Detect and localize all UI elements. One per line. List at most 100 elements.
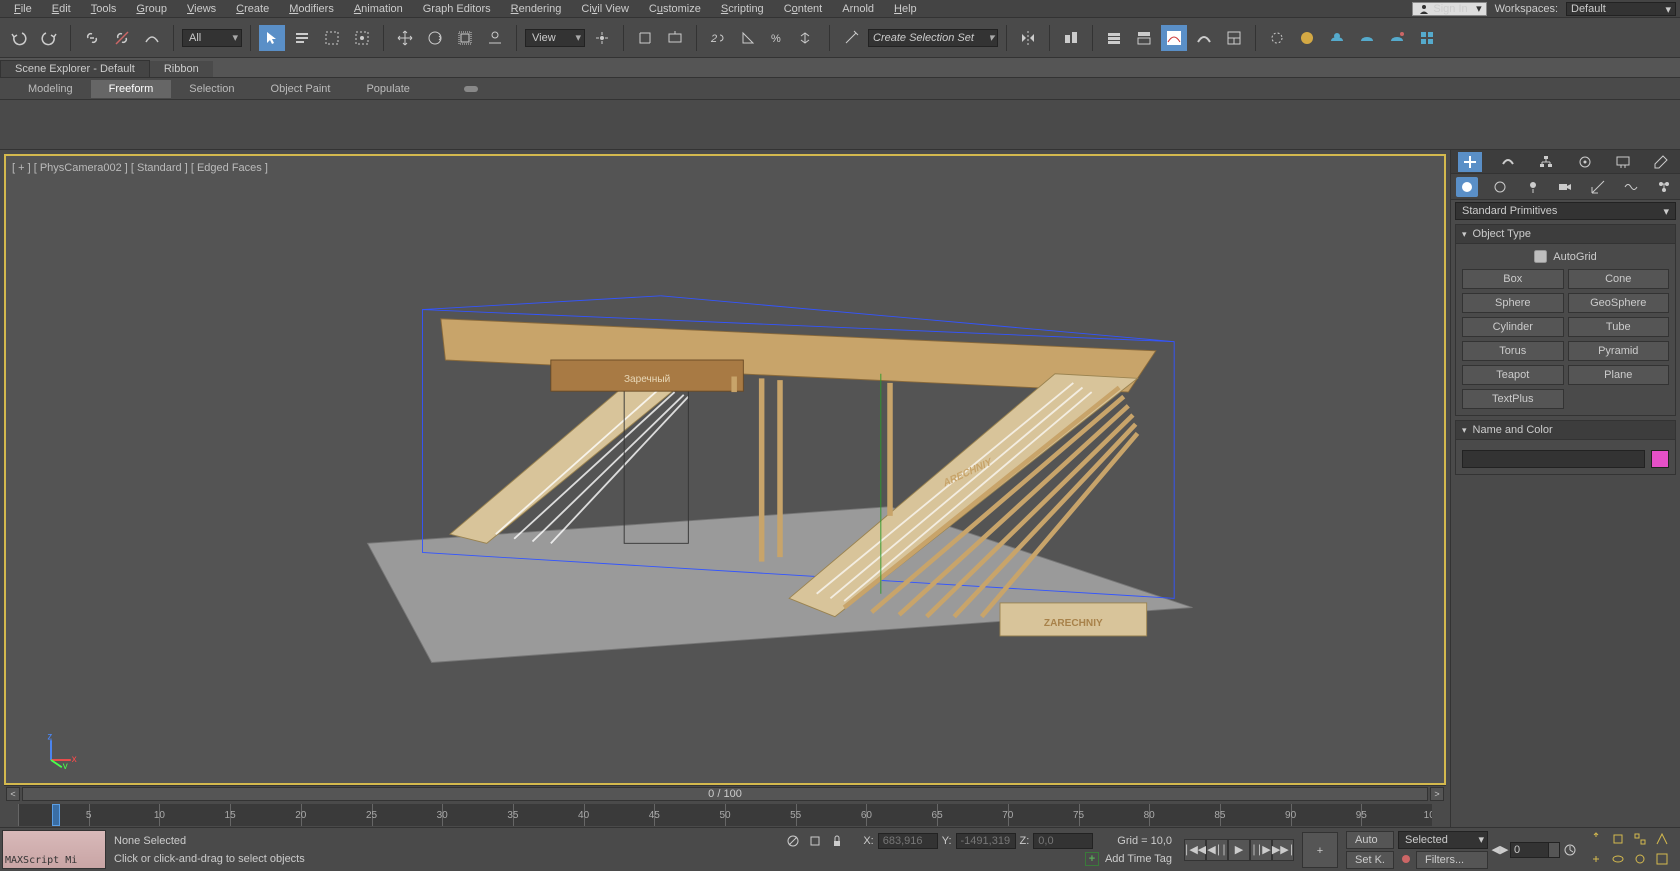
menu-help[interactable]: Help: [884, 3, 927, 15]
utilities-tab[interactable]: [1649, 152, 1673, 172]
play-button[interactable]: ▶: [1228, 839, 1250, 861]
percent-snap-button[interactable]: %: [765, 25, 791, 51]
timeline-scroll-right[interactable]: >: [1430, 787, 1444, 801]
sphere-button[interactable]: Sphere: [1462, 293, 1564, 313]
motion-tab[interactable]: [1573, 152, 1597, 172]
orbit-view-button[interactable]: [1610, 851, 1626, 867]
menu-create[interactable]: Create: [226, 3, 279, 15]
set-key-large-button[interactable]: +: [1302, 832, 1338, 868]
zoom-extents-button[interactable]: [1610, 831, 1626, 847]
shapes-icon[interactable]: [1489, 177, 1511, 197]
render-production-button[interactable]: [1324, 25, 1350, 51]
create-tab[interactable]: [1458, 152, 1482, 172]
helpers-icon[interactable]: [1587, 177, 1609, 197]
timeline-track[interactable]: 0 / 100: [22, 787, 1428, 801]
menu-grapheditors[interactable]: Graph Editors: [413, 3, 501, 15]
primitive-category-dropdown[interactable]: Standard Primitives: [1455, 202, 1676, 220]
layer-explorer-button[interactable]: [1101, 25, 1127, 51]
hierarchy-tab[interactable]: [1534, 152, 1558, 172]
subtab-modeling[interactable]: Modeling: [10, 80, 91, 98]
unlink-button[interactable]: [109, 25, 135, 51]
display-tab[interactable]: [1611, 152, 1635, 172]
plane-button[interactable]: Plane: [1568, 365, 1670, 385]
add-time-tag[interactable]: + Add Time Tag: [1085, 852, 1172, 866]
time-config-nudge-left[interactable]: ◀▶: [1492, 842, 1508, 858]
auto-key-button[interactable]: Auto: [1346, 831, 1394, 849]
current-frame-input[interactable]: 0: [1510, 842, 1560, 858]
menu-scripting[interactable]: Scripting: [711, 3, 774, 15]
tab-ribbon[interactable]: Ribbon: [150, 61, 213, 77]
link-button[interactable]: [79, 25, 105, 51]
rotate-button[interactable]: [422, 25, 448, 51]
goto-end-button[interactable]: ▶▶∣: [1272, 839, 1294, 861]
window-crossing-button[interactable]: [349, 25, 375, 51]
rendered-frame-button[interactable]: [1294, 25, 1320, 51]
subtab-populate[interactable]: Populate: [348, 80, 427, 98]
menu-edit[interactable]: Edit: [42, 3, 81, 15]
goto-start-button[interactable]: ∣◀◀: [1184, 839, 1206, 861]
time-config-icon[interactable]: [1562, 842, 1578, 858]
snap-2d-button[interactable]: 2: [705, 25, 731, 51]
timeline-cursor[interactable]: [52, 804, 60, 826]
mirror-button[interactable]: [1015, 25, 1041, 51]
render-setup-button[interactable]: [1264, 25, 1290, 51]
ribbon-toggle-icon[interactable]: [458, 76, 484, 102]
menu-file[interactable]: File: [4, 3, 42, 15]
key-filter-icon[interactable]: [1398, 851, 1414, 867]
pivot-button[interactable]: [589, 25, 615, 51]
teapot-button[interactable]: Teapot: [1462, 365, 1564, 385]
object-color-swatch[interactable]: [1651, 450, 1669, 468]
fov-button[interactable]: [1654, 831, 1670, 847]
select-name-button[interactable]: [289, 25, 315, 51]
tab-scene-explorer[interactable]: Scene Explorer - Default: [0, 60, 150, 77]
timeline-ruler[interactable]: 5101520253035404550556065707580859095100: [18, 804, 1432, 826]
spinner-snap-button[interactable]: [795, 25, 821, 51]
maxscript-listener[interactable]: MAXScript Mi: [2, 830, 106, 869]
menu-customize[interactable]: Customize: [639, 3, 711, 15]
align-button[interactable]: [1058, 25, 1084, 51]
ref-coord-dropdown[interactable]: View: [525, 29, 585, 47]
next-frame-button[interactable]: ∣∣▶: [1250, 839, 1272, 861]
selection-filter-dropdown[interactable]: All: [182, 29, 242, 47]
cameras-icon[interactable]: [1554, 177, 1576, 197]
systems-icon[interactable]: [1653, 177, 1675, 197]
menu-civilview[interactable]: Civil View: [571, 3, 638, 15]
redo-button[interactable]: [36, 25, 62, 51]
z-coord-input[interactable]: 0,0: [1033, 833, 1093, 849]
menu-animation[interactable]: Animation: [344, 3, 413, 15]
isolate-icon[interactable]: [807, 833, 823, 849]
menu-views[interactable]: Views: [177, 3, 226, 15]
zoom-all-button[interactable]: [1632, 831, 1648, 847]
viewport[interactable]: [ + ] [ PhysCamera002 ] [ Standard ] [ E…: [4, 154, 1446, 785]
pan-button[interactable]: [1588, 851, 1604, 867]
subtab-objectpaint[interactable]: Object Paint: [253, 80, 349, 98]
object-name-input[interactable]: [1462, 450, 1645, 468]
edit-selection-set-button[interactable]: [838, 25, 864, 51]
x-coord-input[interactable]: 683,916: [878, 833, 938, 849]
box-button[interactable]: Box: [1462, 269, 1564, 289]
angle-snap-button[interactable]: [735, 25, 761, 51]
bind-button[interactable]: [139, 25, 165, 51]
object-type-header[interactable]: Object Type: [1455, 224, 1676, 244]
render-activesh-button[interactable]: [1384, 25, 1410, 51]
render-iterative-button[interactable]: [1354, 25, 1380, 51]
render-online-button[interactable]: [1414, 25, 1440, 51]
menu-modifiers[interactable]: Modifiers: [279, 3, 344, 15]
placement-button[interactable]: [482, 25, 508, 51]
name-color-header[interactable]: Name and Color: [1455, 420, 1676, 440]
modify-tab[interactable]: [1496, 152, 1520, 172]
keyboard-shortcut-button[interactable]: [662, 25, 688, 51]
dolly-button[interactable]: [1632, 851, 1648, 867]
sign-in-button[interactable]: Sign In: [1412, 2, 1486, 16]
menu-rendering[interactable]: Rendering: [501, 3, 572, 15]
pyramid-button[interactable]: Pyramid: [1568, 341, 1670, 361]
geometry-icon[interactable]: [1456, 177, 1478, 197]
cylinder-button[interactable]: Cylinder: [1462, 317, 1564, 337]
key-target-dropdown[interactable]: Selected: [1398, 831, 1488, 849]
textplus-button[interactable]: TextPlus: [1462, 389, 1564, 409]
material-editor-button[interactable]: [1221, 25, 1247, 51]
autogrid-checkbox[interactable]: AutoGrid: [1462, 250, 1669, 263]
y-coord-input[interactable]: -1491,319: [956, 833, 1016, 849]
geosphere-button[interactable]: GeoSphere: [1568, 293, 1670, 313]
spacewarps-icon[interactable]: [1620, 177, 1642, 197]
